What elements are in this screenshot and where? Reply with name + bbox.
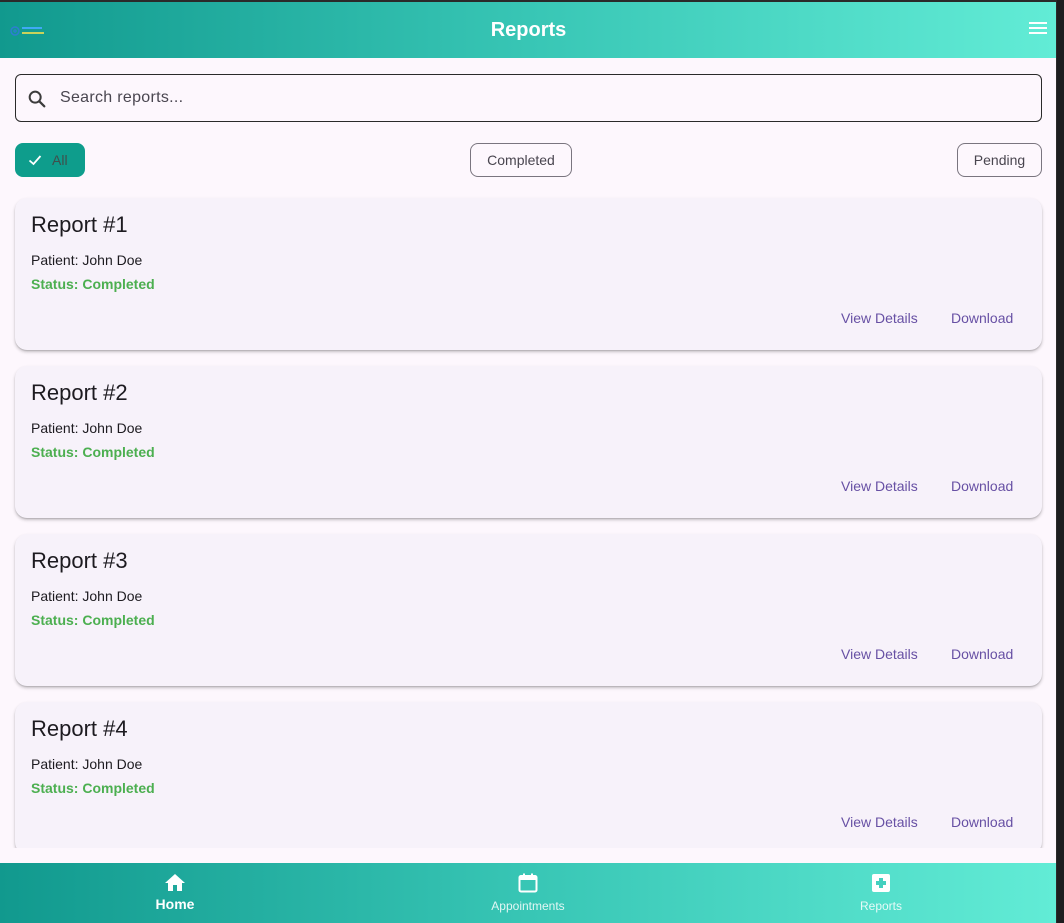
report-status: Status: Completed bbox=[31, 444, 155, 460]
download-button[interactable]: Download bbox=[951, 814, 1013, 830]
filter-chip-pending[interactable]: Pending bbox=[957, 143, 1042, 177]
filter-chip-completed[interactable]: Completed bbox=[470, 143, 572, 177]
view-details-button[interactable]: View Details bbox=[841, 310, 918, 326]
report-title: Report #3 bbox=[31, 548, 128, 573]
search-icon bbox=[28, 90, 46, 108]
nav-label: Home bbox=[155, 896, 195, 912]
filter-chip-label: All bbox=[52, 152, 68, 168]
nav-item-reports[interactable]: Reports bbox=[781, 863, 981, 923]
nav-label: Appointments bbox=[491, 899, 565, 913]
report-card: Report #2 Patient: John Doe Status: Comp… bbox=[15, 366, 1042, 518]
nav-item-home[interactable]: Home bbox=[75, 863, 275, 923]
filter-chip-all[interactable]: All bbox=[15, 143, 85, 177]
medical-report-icon bbox=[872, 874, 890, 892]
calendar-icon bbox=[518, 873, 538, 893]
report-card: Report #4 Patient: John Doe Status: Comp… bbox=[15, 702, 1042, 848]
page-title: Reports bbox=[490, 19, 567, 41]
report-status: Status: Completed bbox=[31, 780, 155, 796]
search-input[interactable] bbox=[60, 75, 1020, 121]
home-icon bbox=[165, 874, 185, 891]
app-window: Reports All Completed Pending Report #1 … bbox=[0, 0, 1057, 923]
nav-item-appointments[interactable]: Appointments bbox=[428, 863, 628, 923]
nav-label: Reports bbox=[859, 899, 903, 913]
filter-chip-label: Completed bbox=[487, 152, 555, 168]
report-card: Report #3 Patient: John Doe Status: Comp… bbox=[15, 534, 1042, 686]
view-details-button[interactable]: View Details bbox=[841, 814, 918, 830]
check-icon bbox=[28, 155, 42, 166]
report-patient: Patient: John Doe bbox=[31, 420, 143, 436]
search-bar bbox=[15, 74, 1042, 122]
report-list[interactable]: Report #1 Patient: John Doe Status: Comp… bbox=[0, 192, 1056, 848]
report-title: Report #2 bbox=[31, 380, 128, 405]
report-status: Status: Completed bbox=[31, 612, 155, 628]
report-patient: Patient: John Doe bbox=[31, 588, 143, 604]
report-title: Report #4 bbox=[31, 716, 128, 741]
view-details-button[interactable]: View Details bbox=[841, 646, 918, 662]
app-bar: Reports bbox=[0, 2, 1056, 58]
report-card: Report #1 Patient: John Doe Status: Comp… bbox=[15, 198, 1042, 350]
filter-chip-label: Pending bbox=[973, 152, 1026, 168]
report-title: Report #1 bbox=[31, 212, 128, 237]
report-patient: Patient: John Doe bbox=[31, 252, 143, 268]
report-patient: Patient: John Doe bbox=[31, 756, 143, 772]
download-button[interactable]: Download bbox=[951, 310, 1013, 326]
download-button[interactable]: Download bbox=[951, 646, 1013, 662]
download-button[interactable]: Download bbox=[951, 478, 1013, 494]
view-details-button[interactable]: View Details bbox=[841, 478, 918, 494]
hamburger-menu-icon[interactable] bbox=[1029, 22, 1047, 36]
bottom-navigation: Home Appointments Reports bbox=[0, 863, 1056, 923]
report-status: Status: Completed bbox=[31, 276, 155, 292]
